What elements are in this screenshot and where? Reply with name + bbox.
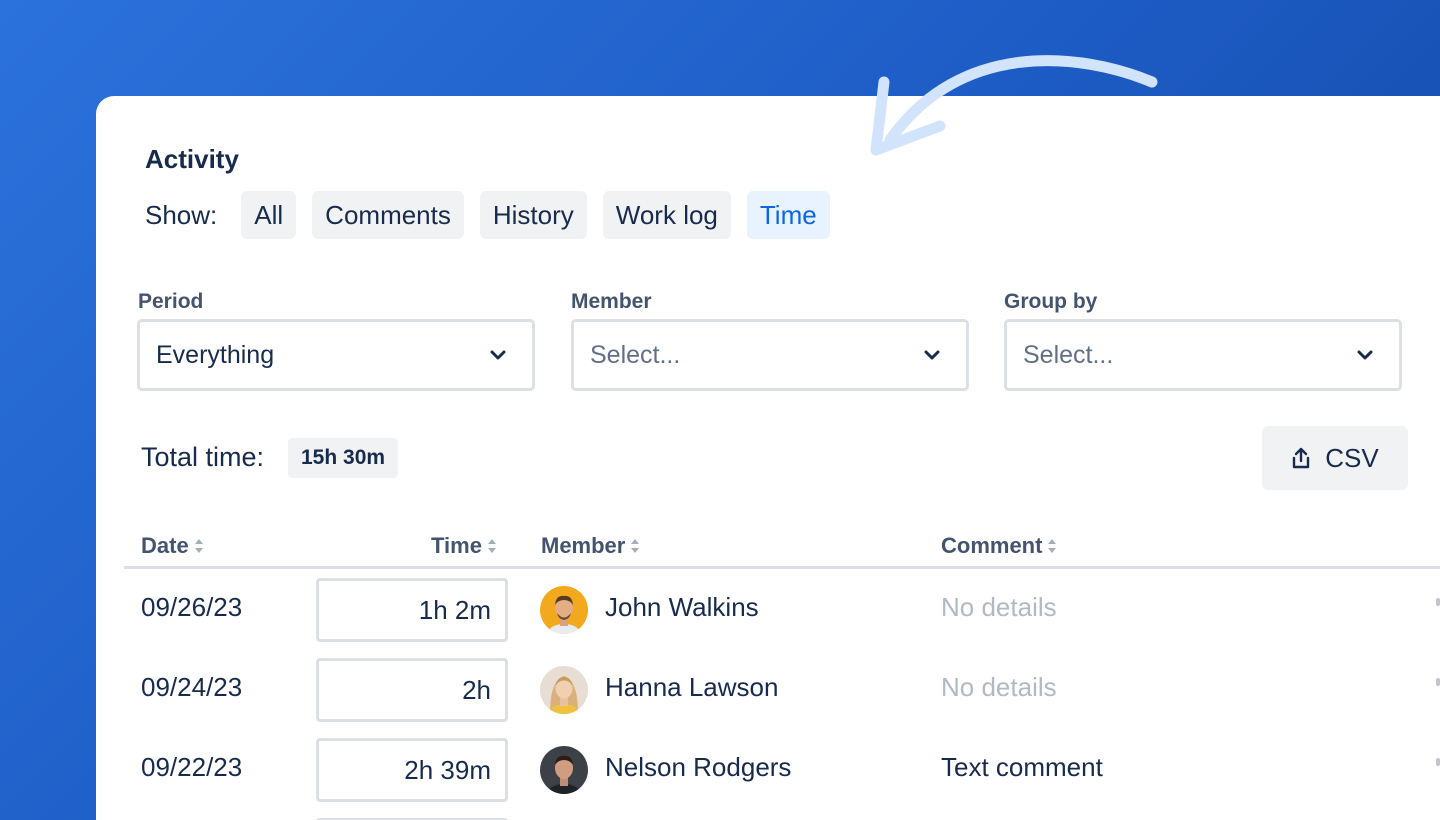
export-csv-button[interactable]: CSV xyxy=(1262,426,1408,490)
group-by-select[interactable]: Select... xyxy=(1004,319,1402,391)
sort-icon xyxy=(194,539,203,553)
member-placeholder: Select... xyxy=(590,340,681,369)
column-header-comment-label: Comment xyxy=(941,533,1043,558)
sort-icon xyxy=(1048,539,1057,553)
column-header-member[interactable]: Member xyxy=(541,532,640,560)
member-label: Member xyxy=(571,290,652,313)
total-time-label: Total time: xyxy=(141,442,265,472)
member-select[interactable]: Select... xyxy=(571,319,969,391)
row-action-handle[interactable] xyxy=(1436,678,1440,686)
table-row: 09/24/23 2h Hanna Lawson No details xyxy=(96,658,1440,722)
row-date: 09/24/23 xyxy=(141,672,243,702)
chevron-down-icon xyxy=(490,350,506,360)
row-time-input[interactable]: 2h 39m xyxy=(316,738,508,802)
row-comment: Text comment xyxy=(941,752,1103,782)
activity-filter-tabs: Show: All Comments History Work log Time xyxy=(145,191,846,239)
tab-history[interactable]: History xyxy=(479,191,587,239)
column-header-comment[interactable]: Comment xyxy=(941,532,1057,560)
activity-panel: Activity Show: All Comments History Work… xyxy=(96,96,1440,820)
row-comment: No details xyxy=(941,672,1057,702)
total-time-badge: 15h 30m xyxy=(288,438,399,478)
row-time-input[interactable]: 1h 2m xyxy=(316,578,508,642)
show-label: Show: xyxy=(145,199,218,230)
row-date: 09/26/23 xyxy=(141,592,243,622)
avatar xyxy=(540,586,588,634)
group-by-placeholder: Select... xyxy=(1023,340,1114,369)
table-header-divider xyxy=(124,566,1440,569)
period-label: Period xyxy=(138,290,204,313)
row-date: 09/22/23 xyxy=(141,752,243,782)
sort-icon xyxy=(631,539,640,553)
column-header-time-label: Time xyxy=(431,533,482,558)
row-member-name: Nelson Rodgers xyxy=(605,752,792,782)
table-row: 09/22/23 2h 39m Nelson Rodgers Text comm… xyxy=(96,738,1440,802)
row-member-name: Hanna Lawson xyxy=(605,672,779,702)
tab-time[interactable]: Time xyxy=(746,191,830,239)
row-time-input[interactable]: 2h xyxy=(316,658,508,722)
period-select[interactable]: Everything xyxy=(137,319,535,391)
sort-icon xyxy=(487,539,496,553)
avatar xyxy=(540,746,588,794)
row-action-handle[interactable] xyxy=(1436,758,1440,766)
activity-title: Activity xyxy=(145,144,239,174)
column-header-date[interactable]: Date xyxy=(141,532,204,560)
group-by-label: Group by xyxy=(1004,290,1098,313)
tab-comments[interactable]: Comments xyxy=(312,191,464,239)
export-csv-label: CSV xyxy=(1325,442,1379,473)
row-comment: No details xyxy=(941,592,1057,622)
share-export-icon xyxy=(1293,447,1310,469)
chevron-down-icon xyxy=(1357,350,1373,360)
column-header-member-label: Member xyxy=(541,533,626,558)
row-member-name: John Walkins xyxy=(605,592,759,622)
avatar xyxy=(540,666,588,714)
column-header-date-label: Date xyxy=(141,533,189,558)
table-row: 09/26/23 1h 2m John Walkins No details xyxy=(96,578,1440,642)
column-header-time[interactable]: Time xyxy=(431,532,497,560)
tab-all[interactable]: All xyxy=(241,191,297,239)
row-action-handle[interactable] xyxy=(1436,598,1440,606)
chevron-down-icon xyxy=(924,350,940,360)
period-value: Everything xyxy=(156,340,275,369)
tab-work-log[interactable]: Work log xyxy=(602,191,731,239)
